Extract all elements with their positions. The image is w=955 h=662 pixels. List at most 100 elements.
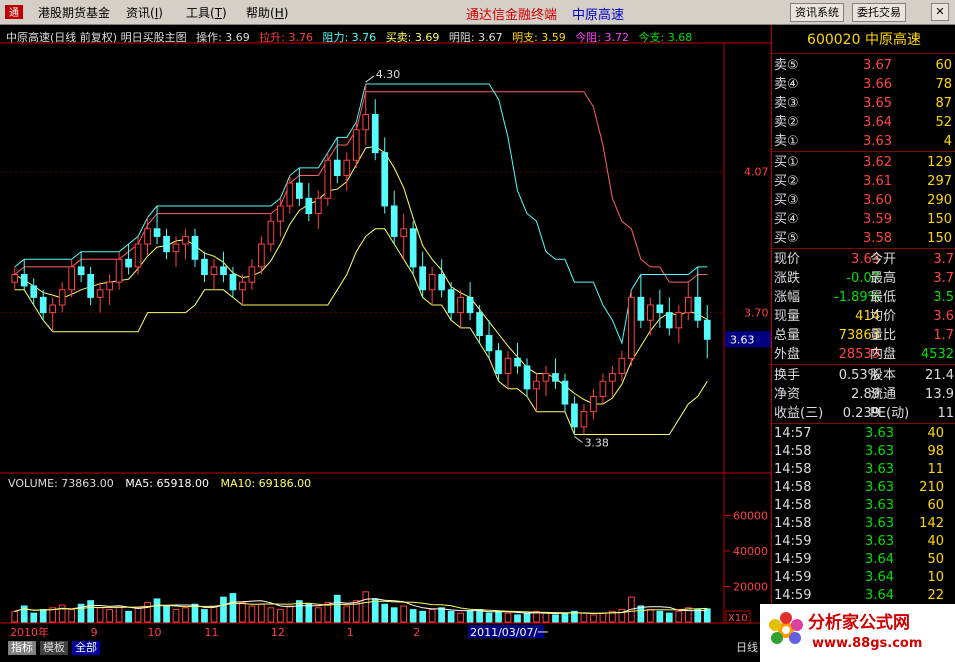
volume-bar-up <box>11 610 19 623</box>
volume-bar-up <box>248 605 256 623</box>
tick-row[interactable]: 14:58 3.63 142 <box>772 515 955 533</box>
candle-up <box>277 205 284 222</box>
bid-row[interactable]: 买③ 3.60 290 <box>772 191 955 210</box>
tick-row[interactable]: 14:59 3.64 50 <box>772 551 955 569</box>
tick-volume: 60 <box>927 498 944 513</box>
tick-volume: 40 <box>927 534 944 549</box>
resist-value: 阻力: 3.76 <box>322 31 377 44</box>
tab-all[interactable]: 全部 <box>72 641 100 655</box>
candle-up <box>428 274 436 291</box>
tick-row[interactable]: 14:58 3.63 98 <box>772 443 955 461</box>
candle-up <box>609 373 616 382</box>
volume-bar-down <box>438 607 445 623</box>
candle-down <box>447 289 455 314</box>
volume-bar-down <box>637 605 645 623</box>
watermark-logo: 分析家公式网 www.88gs.com <box>760 604 955 662</box>
jinzhi-value: 今支: 3.68 <box>638 31 693 44</box>
candle-down <box>381 152 389 207</box>
time-axis-tick: 2 <box>413 626 420 639</box>
candle-up <box>11 274 19 283</box>
quote-value: 4532 <box>920 347 954 362</box>
candle-up <box>352 129 360 161</box>
tick-row[interactable]: 14:59 3.64 22 <box>772 587 955 605</box>
quote-label: 今开 <box>870 252 897 267</box>
mingzhi-value: 明支: 3.59 <box>512 31 566 44</box>
divider <box>772 423 955 424</box>
volume-bar-up <box>314 607 322 623</box>
quote-label: 涨跌 <box>774 271 801 286</box>
candle-up <box>172 243 180 253</box>
order-level-label: 卖⑤ <box>774 58 799 73</box>
order-price: 3.60 <box>863 193 892 208</box>
volume-bar-down <box>523 612 531 623</box>
candle-down <box>333 159 341 176</box>
candle-up <box>96 289 104 298</box>
candle-up <box>49 304 57 314</box>
candle-up <box>628 296 635 359</box>
menu-item-info[interactable]: 资讯(I) <box>126 4 163 21</box>
tick-time: 14:58 <box>774 480 812 495</box>
current-stock-name: 中原高速 <box>572 8 625 23</box>
menu-item-help[interactable]: 帮助(H) <box>246 4 288 21</box>
candle-up <box>580 411 588 428</box>
low-annotation: 3.38 <box>584 437 609 450</box>
candle-up <box>115 258 123 283</box>
chart-title: 中原高速(日线 前复权) 明日买股主图 <box>6 31 187 44</box>
candle-up <box>58 289 66 306</box>
order-price: 3.67 <box>863 58 892 73</box>
volume-bar-up <box>504 612 512 623</box>
time-axis-tick: 2010年 <box>10 625 49 639</box>
indicator-info-bar: 中原高速(日线 前复权) 明日买股主图 操作: 3.69 拉升: 3.76 阻力… <box>6 29 698 45</box>
tick-volume: 210 <box>919 480 944 495</box>
volume-bar-down <box>220 596 227 623</box>
order-level-label: 卖① <box>774 134 799 149</box>
tick-time: 14:58 <box>774 516 812 531</box>
divider <box>772 364 955 365</box>
candle-down <box>466 296 474 314</box>
tab-template[interactable]: 模板 <box>40 641 68 655</box>
ask-row[interactable]: 卖① 3.63 4 <box>772 132 955 151</box>
ask-row[interactable]: 卖④ 3.66 78 <box>772 75 955 94</box>
close-icon[interactable]: ✕ <box>931 3 949 21</box>
menu-bar: 通 港股期货基金 资讯(I) 工具(T) 帮助(H) 通达信金融终端 中原高速 … <box>0 0 955 25</box>
tick-price: 3.64 <box>865 552 894 567</box>
bid-row[interactable]: 买④ 3.59 150 <box>772 210 955 229</box>
menu-item-hk-futures[interactable]: 港股期货基金 <box>38 4 110 21</box>
time-axis-tick: 9 <box>91 626 98 639</box>
candle-down <box>20 274 28 287</box>
info-system-button[interactable]: 资讯系统 <box>790 3 844 22</box>
bid-row[interactable]: 买① 3.62 129 <box>772 153 955 172</box>
candle-down <box>30 285 38 298</box>
tick-row[interactable]: 14:59 3.64 10 <box>772 569 955 587</box>
tick-row[interactable]: 14:59 3.63 40 <box>772 533 955 551</box>
period-label[interactable]: 日线 <box>733 641 761 655</box>
quote-label: 均价 <box>870 309 897 324</box>
ask-row[interactable]: 卖② 3.64 52 <box>772 113 955 132</box>
order-level-label: 买③ <box>774 193 799 208</box>
mingzu-value: 明阻: 3.67 <box>448 31 503 44</box>
menu-item-tools[interactable]: 工具(T) <box>186 4 227 21</box>
fundamental-row: 净资 2.89 流通 13.9 <box>772 385 955 404</box>
fund-label: PE(动) <box>870 406 910 421</box>
bid-row[interactable]: 买② 3.61 297 <box>772 172 955 191</box>
fund-label: 净资 <box>774 387 801 402</box>
candle-down <box>495 350 502 375</box>
order-volume: 4 <box>943 134 952 149</box>
ask-row[interactable]: 卖⑤ 3.67 60 <box>772 56 955 75</box>
tick-row[interactable]: 14:58 3.63 11 <box>772 461 955 479</box>
tick-row[interactable]: 14:58 3.63 210 <box>772 479 955 497</box>
volume-bar-up <box>675 610 683 623</box>
volume-axis-tick: 40000 <box>733 545 768 558</box>
candle-down <box>665 312 673 329</box>
volume-info-bar: VOLUME: 73863.00 MA5: 65918.00 MA10: 691… <box>8 477 319 490</box>
bid-row[interactable]: 买⑤ 3.58 150 <box>772 229 955 248</box>
volume-bar-down <box>485 612 493 623</box>
kline-chart[interactable]: 4.30 3.38 4.07 3.70 3.63 60000 40000 20000 X10 2… <box>0 25 771 640</box>
volume-bar-up <box>106 609 113 623</box>
time-axis-tick: 12 <box>271 626 285 639</box>
tick-row[interactable]: 14:57 3.63 40 <box>772 425 955 443</box>
trade-order-button[interactable]: 委托交易 <box>852 3 906 22</box>
tick-row[interactable]: 14:58 3.63 60 <box>772 497 955 515</box>
tab-indicator[interactable]: 指标 <box>8 641 36 655</box>
ask-row[interactable]: 卖③ 3.65 87 <box>772 94 955 113</box>
